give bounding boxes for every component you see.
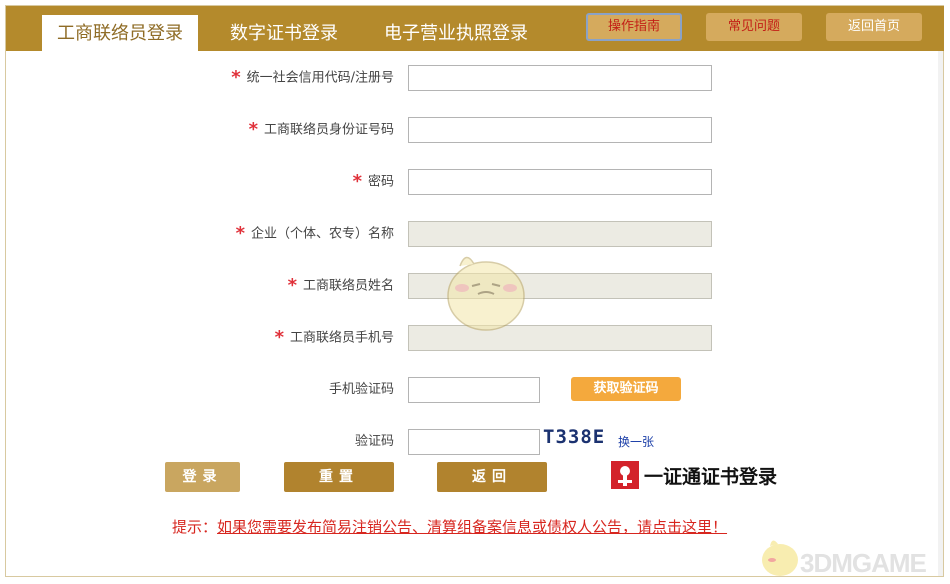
tab-digital-certificate-login[interactable]: 数字证书登录 xyxy=(224,16,344,51)
credit-code-input[interactable] xyxy=(408,65,712,91)
sms-code-input[interactable] xyxy=(408,377,540,403)
credit-code-row: * 统一社会信用代码/注册号 xyxy=(0,65,938,91)
captcha-image[interactable]: T338E xyxy=(543,426,605,448)
certificate-logo-icon[interactable] xyxy=(610,460,640,490)
password-row: * 密码 xyxy=(0,169,938,195)
required-asterisk-icon: * xyxy=(248,119,258,140)
tab-electronic-license-login[interactable]: 电子营业执照登录 xyxy=(381,16,531,51)
sms-code-row: 手机验证码 获取验证码 xyxy=(0,377,938,403)
required-asterisk-icon: * xyxy=(274,327,284,348)
credit-code-label: * 统一社会信用代码/注册号 xyxy=(231,67,394,88)
company-name-row: * 企业（个体、农专）名称 xyxy=(0,221,938,247)
change-captcha-link[interactable]: 换一张 xyxy=(618,433,654,450)
id-number-input[interactable] xyxy=(408,117,712,143)
captcha-row: 验证码 T338E 换一张 xyxy=(0,426,938,455)
back-button[interactable]: 返回 xyxy=(437,462,547,492)
captcha-label: 验证码 xyxy=(354,434,394,449)
notice-link[interactable]: 如果您需要发布简易注销公告、清算组备案信息或债权人公告，请点击这里！ xyxy=(217,518,727,536)
contact-name-label: * 工商联络员姓名 xyxy=(287,275,394,296)
required-asterisk-icon: * xyxy=(287,275,297,296)
password-input[interactable] xyxy=(408,169,712,195)
notice-prefix: 提示： xyxy=(172,518,218,536)
reset-button[interactable]: 重置 xyxy=(284,462,394,492)
vertical-scrollbar[interactable] xyxy=(938,51,943,576)
mascot-watermark-icon xyxy=(447,256,525,331)
login-button[interactable]: 登录 xyxy=(165,462,240,492)
get-code-button[interactable]: 获取验证码 xyxy=(571,377,681,401)
password-label: * 密码 xyxy=(352,171,394,192)
tab-contact-login[interactable]: 工商联络员登录 xyxy=(42,15,198,52)
notice-text: 提示：如果您需要发布简易注销公告、清算组备案信息或债权人公告，请点击这里！ xyxy=(172,516,727,537)
faq-button[interactable]: 常见问题 xyxy=(706,13,802,41)
contact-phone-label: * 工商联络员手机号 xyxy=(274,327,394,348)
company-name-input xyxy=(408,221,712,247)
site-watermark-text: 3DMGAME xyxy=(800,548,927,578)
cert-login-link[interactable]: 一证通证书登录 xyxy=(644,462,777,489)
company-name-label: * 企业（个体、农专）名称 xyxy=(235,223,394,244)
home-button[interactable]: 返回首页 xyxy=(826,13,922,41)
guide-button[interactable]: 操作指南 xyxy=(586,13,682,41)
top-navigation-bar: 工商联络员登录 数字证书登录 电子营业执照登录 操作指南 常见问题 返回首页 xyxy=(6,6,944,52)
required-asterisk-icon: * xyxy=(235,223,245,244)
required-asterisk-icon: * xyxy=(352,171,362,192)
sms-code-label: 手机验证码 xyxy=(328,382,394,397)
captcha-input[interactable] xyxy=(408,429,540,455)
required-asterisk-icon: * xyxy=(231,67,241,88)
id-number-label: * 工商联络员身份证号码 xyxy=(248,119,394,140)
id-number-row: * 工商联络员身份证号码 xyxy=(0,117,938,143)
